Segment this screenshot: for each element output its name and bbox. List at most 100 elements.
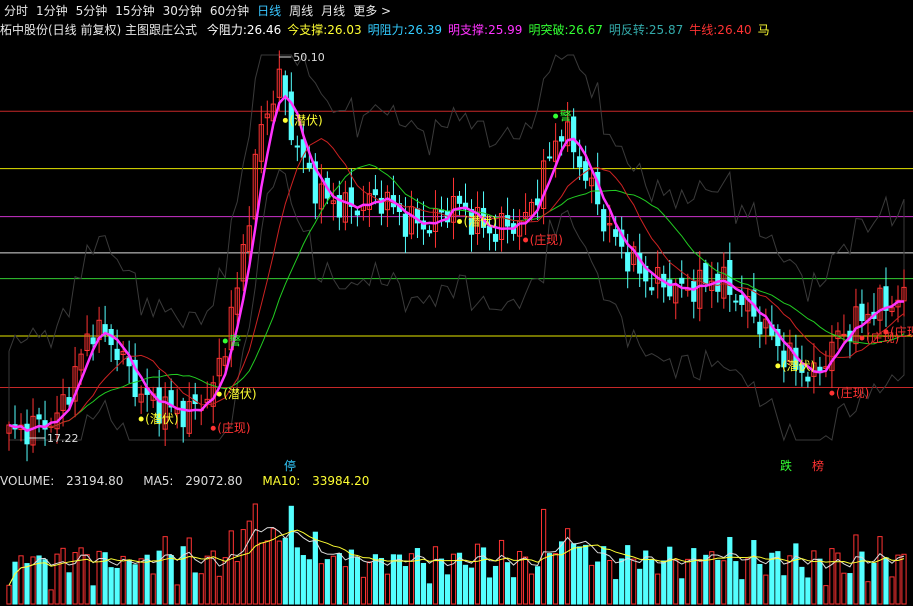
low-label: 17.22 <box>47 432 79 445</box>
annotation-dot <box>210 425 216 431</box>
candle <box>60 378 66 427</box>
indicator-3: 明支撑:25.99 <box>448 23 523 37</box>
tab-8[interactable]: 月线 <box>317 2 349 19</box>
tab-4[interactable]: 30分钟 <box>159 2 206 19</box>
candle <box>745 287 751 329</box>
volume-bar <box>276 540 282 605</box>
candle <box>126 340 132 384</box>
candle <box>432 190 439 248</box>
volume-bar <box>462 564 469 605</box>
annotation-label: (庄现) <box>890 324 913 339</box>
candle <box>751 273 757 324</box>
candle <box>396 195 403 226</box>
annotation-dot <box>216 391 222 397</box>
candle-body <box>841 333 847 336</box>
candle-body <box>294 145 300 148</box>
volume-bar <box>126 559 132 605</box>
volume-bar <box>871 562 877 605</box>
volume-bar <box>474 543 481 605</box>
volume-bar <box>132 564 138 605</box>
volume-bar <box>372 554 379 605</box>
annotation-dot <box>775 363 781 369</box>
annotation-dot <box>523 237 529 243</box>
price-chart[interactable]: 50.10 17.22 (潜伏) (潜伏) (潜伏) (潜伏) (潜伏) (庄现) (庄现) (庄… <box>0 40 913 475</box>
volume-label: VOLUME: <box>0 474 55 488</box>
volume-bar <box>252 503 258 605</box>
candle-body <box>571 116 577 153</box>
high-label: 50.10 <box>293 51 325 64</box>
tab-3[interactable]: 15分钟 <box>111 2 158 19</box>
tab-6[interactable]: 日线 <box>253 2 285 19</box>
volume-bar <box>697 559 703 605</box>
volume-bar <box>438 558 445 605</box>
volume-bar <box>282 537 288 605</box>
volume-bar <box>234 561 240 605</box>
annotation-dot <box>883 329 889 335</box>
volume-bar <box>534 566 541 605</box>
candle <box>547 142 553 162</box>
candle-body <box>456 195 463 204</box>
candle-body <box>547 156 553 159</box>
ma-pink-line <box>8 94 905 433</box>
indicator-5: 明反转:25.87 <box>608 23 684 37</box>
candle <box>643 256 649 298</box>
volume-bar <box>60 547 66 605</box>
volume-bar <box>396 554 403 605</box>
annotation-dot <box>859 335 865 341</box>
volume-bar <box>204 555 210 605</box>
candle <box>288 72 294 146</box>
volume-bar <box>637 568 643 605</box>
volume-bar <box>216 575 222 605</box>
candle <box>691 269 697 319</box>
tab-0[interactable]: 分时 <box>0 2 32 19</box>
volume-bar <box>18 555 24 605</box>
volume-bar <box>781 575 787 605</box>
volume-bar <box>649 559 655 605</box>
volume-bar <box>66 572 72 605</box>
volume-bar <box>222 557 228 605</box>
candle-body <box>601 209 607 232</box>
volume-bar <box>745 558 751 605</box>
candle <box>294 135 300 162</box>
candle-body <box>679 277 685 284</box>
candle-body <box>36 414 42 420</box>
volume-bar <box>264 540 270 605</box>
candle-body <box>426 230 433 234</box>
volume-bar <box>685 558 691 605</box>
candle-body <box>306 162 312 169</box>
candle <box>342 180 348 231</box>
volume-bar <box>817 558 823 605</box>
volume-bar <box>240 529 246 605</box>
candle <box>24 409 30 462</box>
tab-2[interactable]: 5分钟 <box>72 2 112 19</box>
volume-bar <box>306 559 312 605</box>
tab-7[interactable]: 周线 <box>285 2 317 19</box>
annotation-label: (潜伏) <box>223 387 256 401</box>
volume-bar <box>757 563 763 605</box>
candle <box>444 197 451 228</box>
candle <box>871 293 877 326</box>
candle-body <box>24 423 30 445</box>
indicator-7: 马 <box>757 23 770 37</box>
annotation-label: (潜伏) <box>464 214 497 228</box>
candle <box>522 193 529 235</box>
volume-bar <box>192 572 198 605</box>
volume-bar <box>559 541 565 605</box>
tab-9[interactable]: 更多 > <box>349 2 395 19</box>
candle <box>901 269 907 317</box>
tab-1[interactable]: 1分钟 <box>32 2 72 19</box>
volume-bar <box>727 536 733 605</box>
candle-body <box>577 156 583 168</box>
volume-bar <box>619 558 625 605</box>
volume-bar <box>661 560 667 605</box>
candle-body <box>114 348 120 360</box>
candle <box>601 204 607 242</box>
volume-chart[interactable] <box>0 490 913 606</box>
volume-bar <box>829 548 835 605</box>
tab-5[interactable]: 60分钟 <box>206 2 253 19</box>
candle-body <box>703 262 709 285</box>
candle <box>36 407 42 433</box>
volume-bar <box>12 561 18 605</box>
volume-bar <box>120 555 126 605</box>
candle-body <box>372 189 379 196</box>
